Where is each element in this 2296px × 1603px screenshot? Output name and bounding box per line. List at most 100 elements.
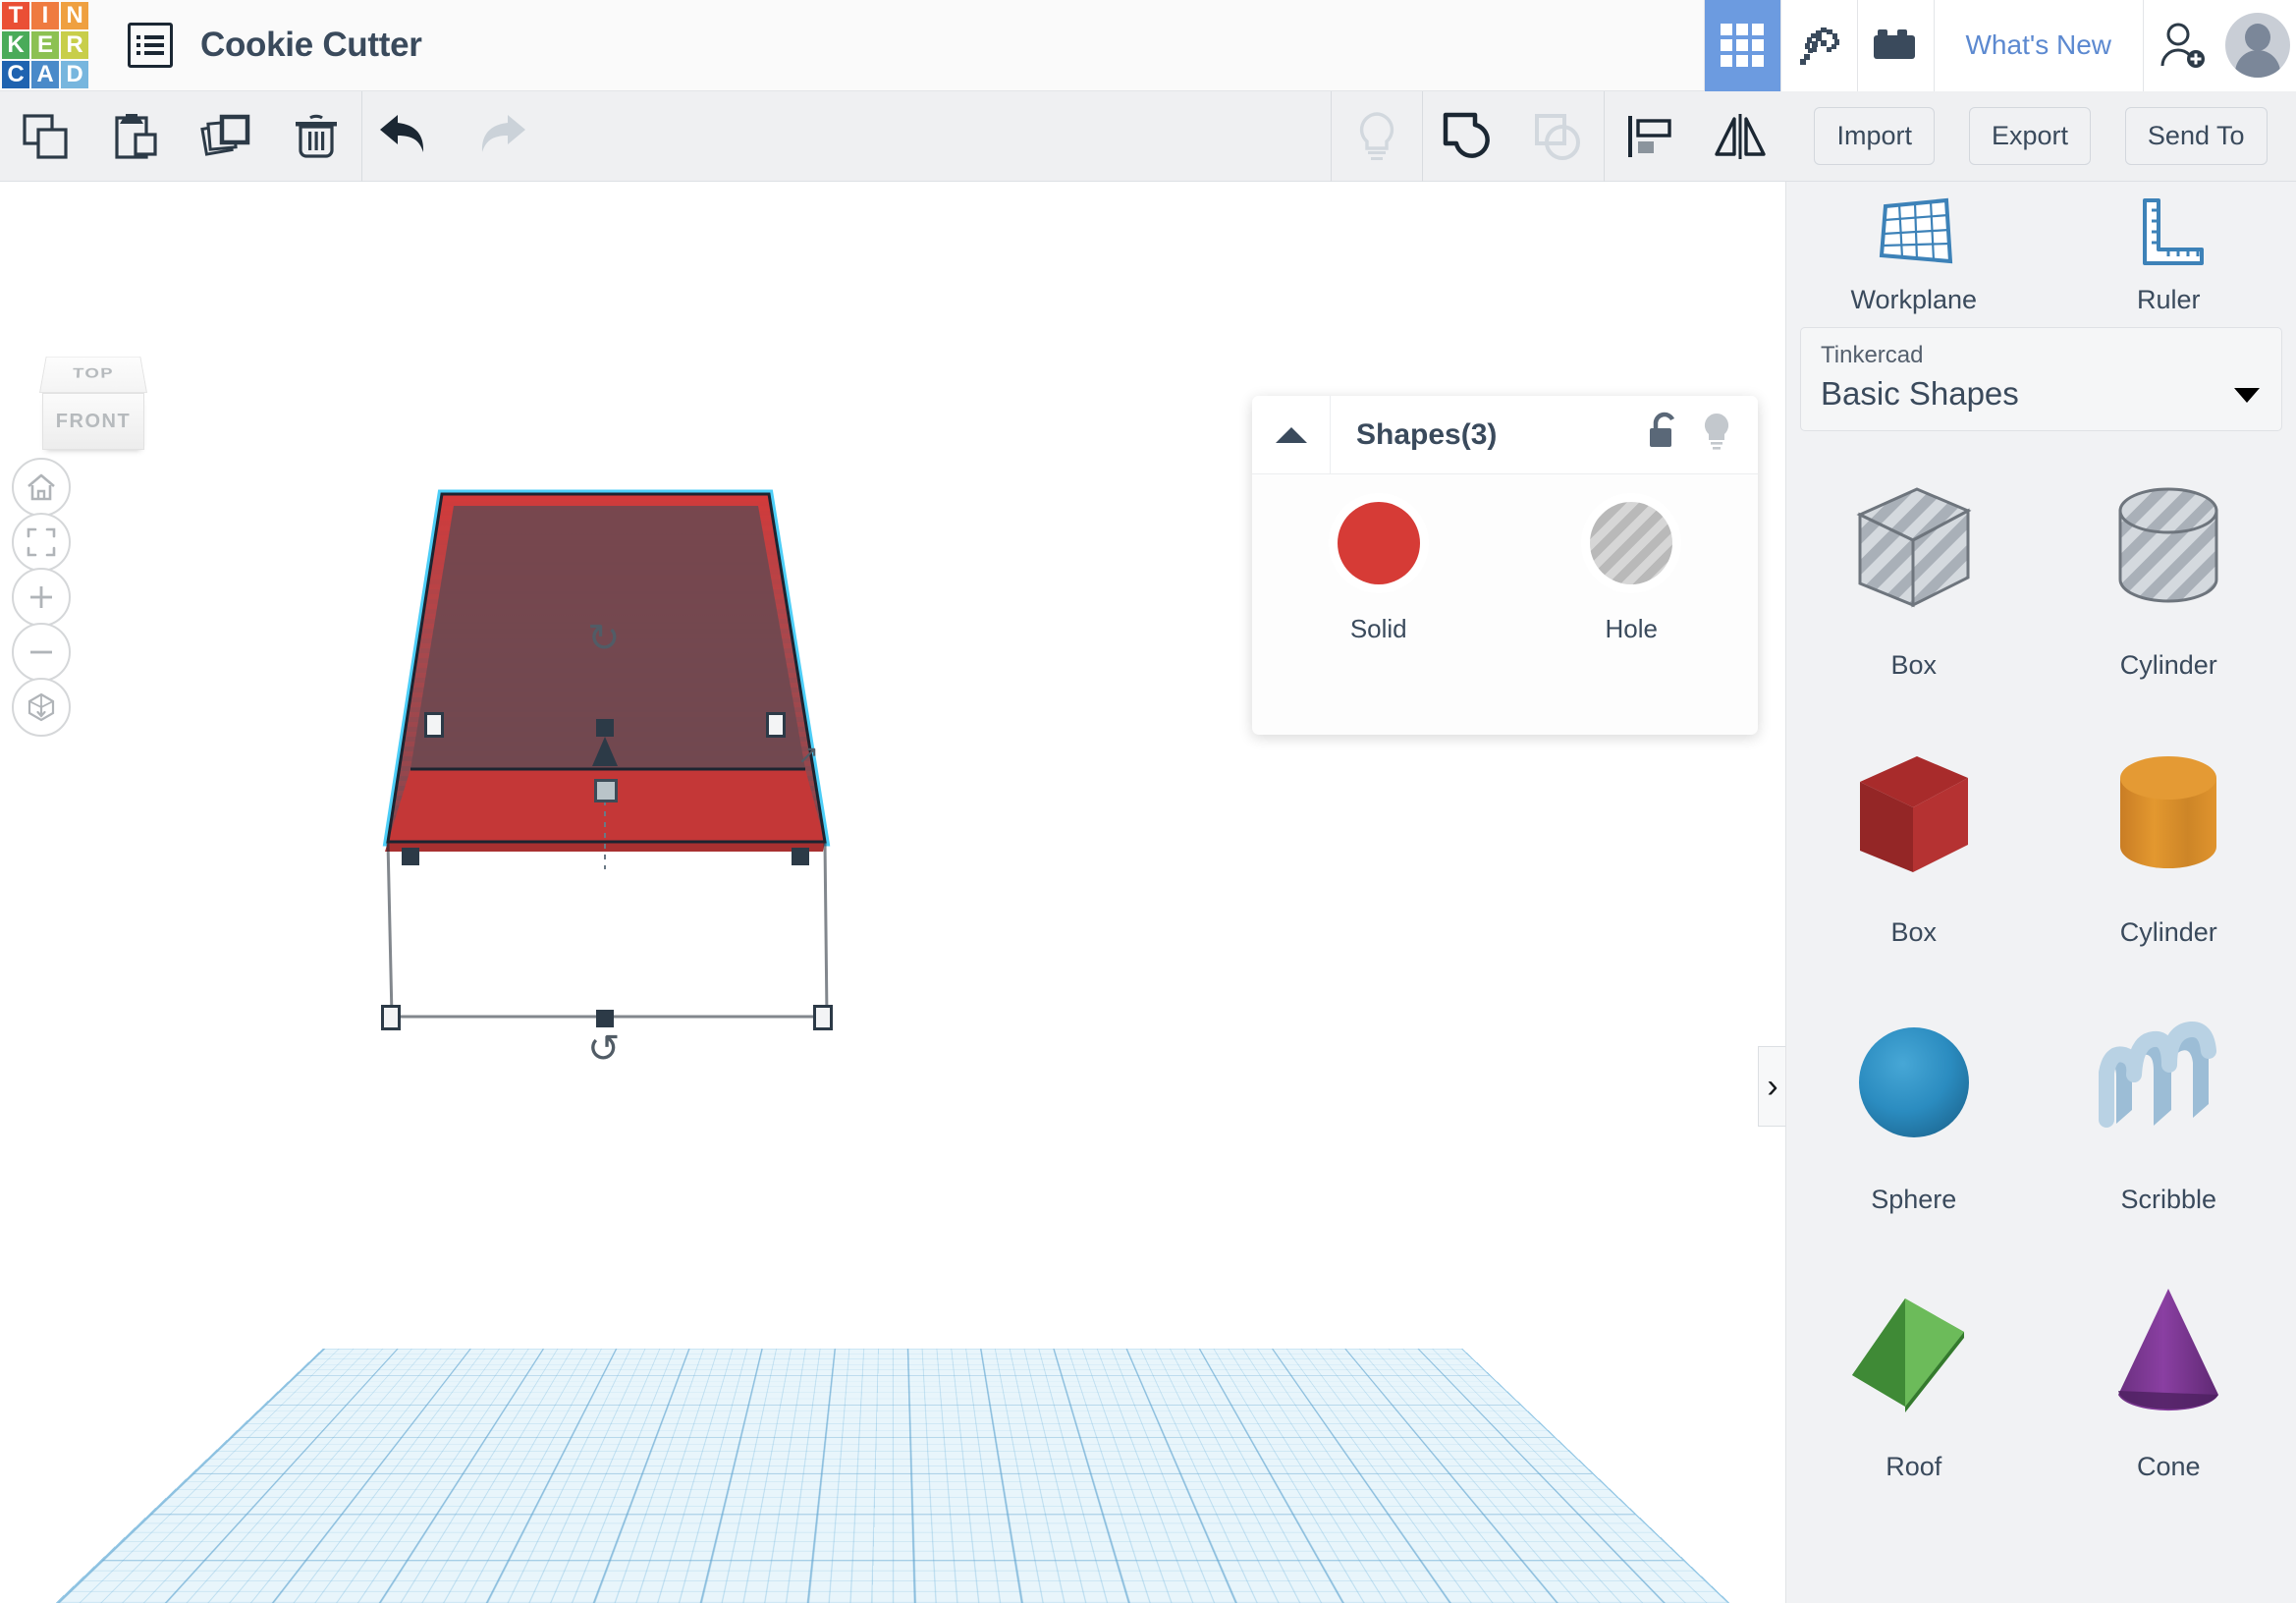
minecraft-pickaxe-icon[interactable] — [1779, 0, 1857, 91]
workplane-icon — [1879, 197, 1952, 263]
lightbulb-icon[interactable] — [1699, 411, 1734, 459]
shape-cone[interactable]: Cone — [2042, 1233, 2296, 1500]
fit-view-button[interactable] — [12, 513, 71, 572]
ungroup-icon[interactable] — [1513, 91, 1604, 182]
chevron-right-icon[interactable]: › — [1758, 1046, 1785, 1127]
resize-handle-edge-right[interactable] — [792, 848, 809, 865]
shape-hole-cylinder[interactable]: Cylinder — [2042, 431, 2296, 698]
group-icon[interactable] — [1423, 91, 1513, 182]
top-bar-right: What's New — [1703, 0, 2296, 91]
paste-icon[interactable] — [90, 91, 181, 182]
copy-icon[interactable] — [0, 91, 90, 182]
undo-icon[interactable] — [362, 91, 453, 182]
shapes-panel-header: Shapes(3) — [1252, 396, 1758, 474]
shape-label: Box — [1890, 650, 1938, 680]
height-handle-square[interactable] — [594, 779, 618, 802]
mirror-icon[interactable] — [1695, 91, 1785, 182]
shape-library-dropdown[interactable]: Tinkercad Basic Shapes — [1800, 327, 2282, 431]
shape-library-grid: Box Cylinder Box Cylinder Sphere Scribbl… — [1786, 431, 2296, 1500]
shape-hole-box[interactable]: Box — [1786, 431, 2042, 698]
rotate-handle-bottom[interactable]: ↺ — [587, 1026, 621, 1072]
hole-cylinder-icon — [2118, 487, 2218, 603]
cone-icon — [2118, 1289, 2219, 1411]
file-actions: Import Export Send To — [1785, 91, 2296, 182]
shape-solid-sphere[interactable]: Sphere — [1786, 966, 2042, 1233]
logo-tile-c: C — [2, 61, 29, 88]
redo-icon[interactable] — [453, 91, 543, 182]
delete-icon[interactable] — [271, 91, 361, 182]
shapes-panel-title: Shapes(3) — [1356, 417, 1498, 451]
roof-icon — [1851, 1299, 1964, 1412]
view-cube[interactable]: TOP FRONT — [39, 342, 147, 450]
rotate-handle-top[interactable]: ↻ — [587, 616, 621, 661]
view-cube-front-face[interactable]: FRONT — [42, 393, 144, 450]
hole-swatch — [1590, 502, 1673, 584]
list-icon[interactable] — [128, 23, 173, 68]
export-button[interactable]: Export — [1968, 107, 2091, 165]
blocks-grid-icon[interactable] — [1703, 0, 1780, 91]
view-cube-top-face[interactable]: TOP — [39, 357, 147, 393]
import-button[interactable]: Import — [1814, 107, 1935, 165]
edit-toolbar — [0, 90, 1785, 182]
shape-label: Scribble — [2120, 1185, 2217, 1214]
lego-brick-icon[interactable] — [1856, 0, 1934, 91]
resize-handle-corner-tl[interactable] — [424, 712, 444, 738]
shape-scribble[interactable]: Scribble — [2042, 966, 2296, 1233]
shapes-popup-panel: Shapes(3) Solid Hole — [1252, 396, 1758, 735]
workplane-tool[interactable]: Workplane — [1786, 182, 2042, 327]
unlock-icon[interactable] — [1644, 411, 1681, 459]
shape-solid-box[interactable]: Box — [1786, 698, 2042, 966]
shape-type-solid[interactable]: Solid — [1252, 502, 1505, 644]
shape-label: Roof — [1886, 1452, 1942, 1481]
resize-handle-corner-bl[interactable] — [381, 1005, 401, 1030]
shape-label: Sphere — [1871, 1185, 1957, 1214]
shapes-panel-body: Solid Hole — [1252, 474, 1758, 644]
height-handle-cone[interactable] — [592, 737, 618, 766]
design-canvas[interactable]: Workplane — [0, 182, 1785, 1603]
tinkercad-app: T I N K E R C A D Cookie Cutter What's N… — [0, 0, 2296, 1603]
solid-sphere-icon — [1858, 1027, 1969, 1137]
lightbulb-icon[interactable] — [1332, 91, 1422, 182]
home-view-button[interactable] — [12, 458, 71, 517]
ruler-icon — [2143, 197, 2205, 265]
resize-handle-edge-bottom[interactable] — [596, 1010, 614, 1027]
tinkercad-logo[interactable]: T I N K E R C A D — [2, 2, 88, 88]
right-panel: Workplane Ruler Tinkercad Basic Shapes B… — [1785, 182, 2296, 1603]
chevron-down-icon[interactable] — [2234, 388, 2260, 403]
hole-label: Hole — [1605, 614, 1658, 643]
solid-swatch — [1337, 502, 1420, 584]
triangle-up-icon[interactable] — [1252, 396, 1331, 474]
shape-type-hole[interactable]: Hole — [1505, 502, 1759, 644]
solid-label: Solid — [1349, 614, 1407, 643]
shape-library-value: Basic Shapes — [1821, 375, 2019, 412]
resize-handle-corner-tr[interactable] — [766, 712, 786, 738]
hole-box-icon — [1856, 487, 1972, 608]
resize-handle-edge-left[interactable] — [402, 848, 419, 865]
logo-tile-r: R — [61, 31, 88, 59]
workplane-label: Workplane — [1850, 284, 1978, 314]
avatar[interactable] — [2219, 0, 2296, 91]
resize-handle-edge-top[interactable] — [596, 719, 614, 737]
solid-cylinder-icon — [2120, 756, 2217, 868]
send-to-button[interactable]: Send To — [2124, 107, 2268, 165]
resize-handle-corner-br[interactable] — [813, 1005, 833, 1030]
logo-tile-k: K — [2, 31, 29, 59]
zoom-in-button[interactable] — [12, 568, 71, 627]
whats-new-link[interactable]: What's New — [1933, 0, 2143, 91]
workplane-grid[interactable]: Workplane — [0, 1349, 1785, 1603]
shape-label: Box — [1890, 917, 1938, 947]
logo-tile-i: I — [31, 2, 59, 29]
align-icon[interactable] — [1605, 91, 1695, 182]
add-user-icon[interactable] — [2143, 0, 2219, 91]
ruler-tool[interactable]: Ruler — [2042, 182, 2296, 327]
shape-roof[interactable]: Roof — [1786, 1233, 2042, 1500]
rotate-handle-right[interactable]: ↗ — [797, 740, 819, 770]
zoom-out-button[interactable] — [12, 623, 71, 682]
ortho-toggle-button[interactable] — [12, 678, 71, 737]
ruler-label: Ruler — [2136, 284, 2201, 314]
shape-solid-cylinder[interactable]: Cylinder — [2042, 698, 2296, 966]
logo-tile-e: E — [31, 31, 59, 59]
duplicate-icon[interactable] — [181, 91, 271, 182]
shape-label: Cone — [2136, 1452, 2201, 1481]
solid-box-icon — [1859, 756, 1968, 872]
